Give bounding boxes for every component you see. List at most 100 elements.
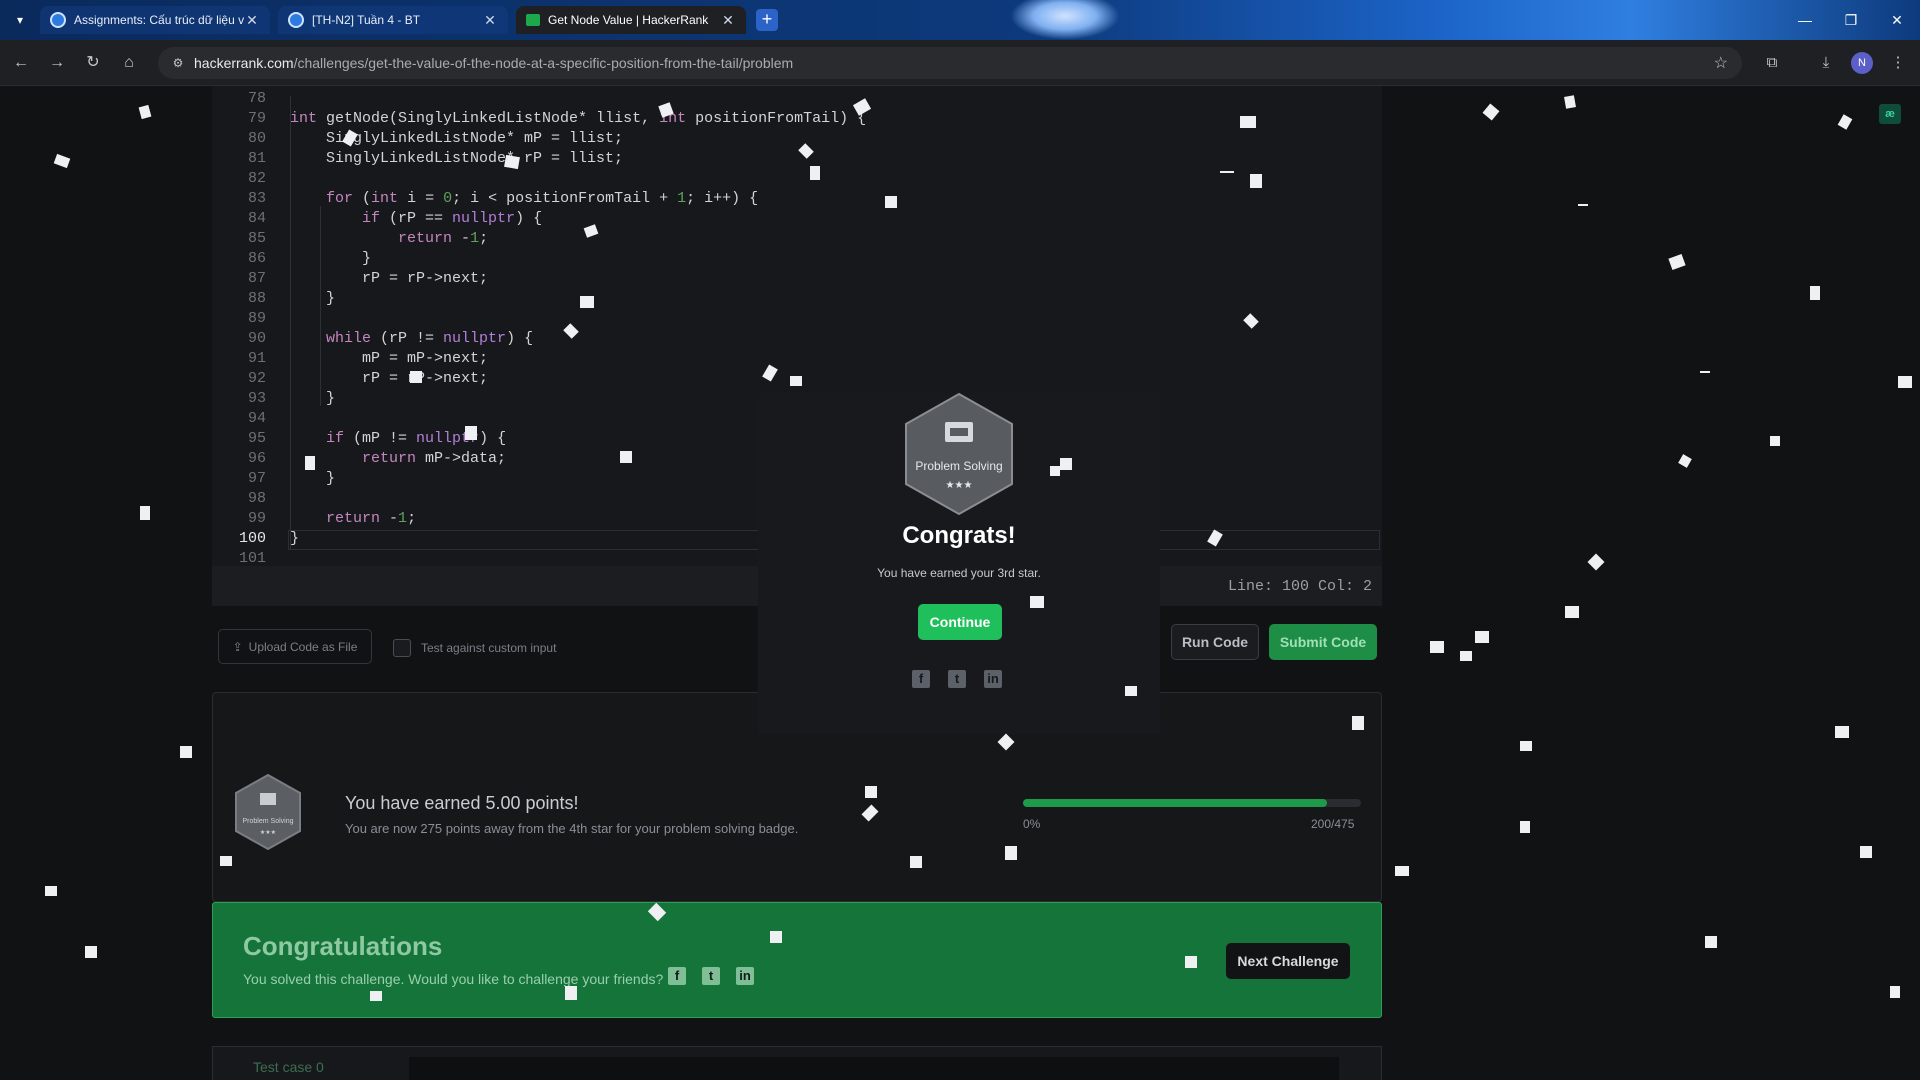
submit-code-button[interactable]: Submit Code: [1269, 624, 1377, 660]
linkedin-icon[interactable]: in: [984, 670, 1002, 688]
code-line: return -1;: [326, 510, 417, 527]
banner-subtitle: You solved this challenge. Would you lik…: [243, 971, 664, 987]
moodle-favicon-icon: [288, 12, 304, 28]
home-icon[interactable]: ⌂: [118, 52, 140, 74]
code-line: rP = rP->next;: [290, 370, 489, 387]
code-line: while (rP != nullptr) {: [326, 330, 534, 347]
progress-min-label: 0%: [1023, 817, 1041, 831]
modal-subtitle: You have earned your 3rd star.: [877, 566, 1041, 580]
upload-code-button[interactable]: ⇪ Upload Code as File: [218, 629, 372, 664]
points-earned-subtitle: You are now 275 points away from the 4th…: [345, 821, 799, 836]
code-line: return mP->data;: [362, 450, 507, 467]
page-content: 78 79 80 81 82 83 84 85 86 87 88 89 90 91 92 93 94 95 96 97…: [0, 86, 1920, 1080]
badge-progress-fill: [1023, 799, 1328, 807]
modal-title: Congrats!: [902, 522, 1016, 549]
line-number: 92: [247, 370, 266, 387]
line-number: 83: [247, 190, 266, 207]
code-line: }: [290, 290, 336, 307]
line-number: 78: [247, 90, 266, 107]
congrats-modal: Problem Solving ★★★ Congrats! You have e…: [758, 392, 1160, 734]
continue-button[interactable]: Continue: [918, 604, 1002, 640]
browser-tab-bar: ▾ Assignments: Cấu trúc dữ liệu v ✕ [TH-…: [0, 0, 1920, 40]
tab-title: Assignments: Cấu trúc dữ liệu v: [74, 13, 244, 27]
profile-avatar[interactable]: N: [1851, 52, 1873, 74]
theme-shark-image: [1010, 0, 1120, 40]
extension-icon[interactable]: æ: [1879, 104, 1901, 124]
new-tab-button[interactable]: +: [756, 9, 778, 31]
tab-th-n2[interactable]: [TH-N2] Tuần 4 - BT ✕: [278, 6, 508, 34]
line-number: 93: [247, 390, 266, 407]
close-icon[interactable]: ✕: [482, 12, 498, 29]
code-line: if (rP == nullptr) {: [362, 210, 543, 227]
test-case-panel: Test case 0: [212, 1046, 1382, 1080]
site-info-icon[interactable]: ⚙: [170, 55, 186, 71]
code-line: int getNode(SinglyLinkedListNode* llist,…: [290, 110, 867, 127]
url-text[interactable]: hackerrank.com/challenges/get-the-value-…: [194, 55, 793, 71]
tab-hackerrank[interactable]: Get Node Value | HackerRank ✕: [516, 6, 746, 34]
svg-text:Problem Solving: Problem Solving: [243, 818, 294, 825]
code-line: SinglyLinkedListNode* mP = llist;: [290, 130, 624, 147]
code-line: SinglyLinkedListNode* rP = llist;: [290, 150, 624, 167]
problem-solving-badge-icon: Problem Solving ★★★: [235, 773, 301, 851]
svg-text:Problem Solving: Problem Solving: [915, 459, 1002, 473]
url-domain: hackerrank.com: [194, 55, 294, 71]
line-number: 91: [247, 350, 266, 367]
svg-text:★★★: ★★★: [260, 829, 276, 836]
back-arrow-icon[interactable]: ←: [10, 52, 32, 74]
twitter-icon[interactable]: t: [702, 967, 720, 985]
code-line: rP = rP->next;: [290, 270, 489, 287]
line-number: 87: [247, 270, 266, 287]
line-number: 88: [247, 290, 266, 307]
badge-progress-bar: [1023, 799, 1361, 807]
line-number: 82: [247, 170, 266, 187]
browser-toolbar: ← → ↻ ⌂ ⚙ hackerrank.com/challenges/get-…: [0, 40, 1920, 86]
close-icon[interactable]: ✕: [720, 12, 736, 29]
line-number: 90: [247, 330, 266, 347]
custom-input-label: Test against custom input: [421, 641, 557, 655]
extensions-puzzle-icon[interactable]: ⧉: [1761, 52, 1783, 74]
line-number: 99: [247, 510, 266, 527]
address-bar[interactable]: ⚙ hackerrank.com/challenges/get-the-valu…: [158, 47, 1742, 79]
line-number: 98: [247, 490, 266, 507]
line-number: 80: [247, 130, 266, 147]
reload-icon[interactable]: ↻: [82, 52, 104, 74]
facebook-icon[interactable]: f: [668, 967, 686, 985]
code-line: mP = mP->next;: [290, 350, 489, 367]
line-number: 101: [238, 550, 266, 567]
facebook-icon[interactable]: f: [912, 670, 930, 688]
close-icon[interactable]: ✕: [244, 12, 260, 29]
test-case-tab[interactable]: Test case 0: [253, 1059, 324, 1075]
custom-input-checkbox[interactable]: [393, 639, 411, 657]
line-number: 100: [238, 530, 266, 547]
next-challenge-button[interactable]: Next Challenge: [1226, 943, 1350, 979]
code-line: if (mP != nullptr) {: [326, 430, 507, 447]
tab-search-chevron-icon[interactable]: ▾: [10, 10, 30, 30]
twitter-icon[interactable]: t: [948, 670, 966, 688]
code-line: }: [290, 250, 372, 267]
code-line: }: [290, 470, 336, 487]
code-line: }: [290, 530, 300, 547]
tab-assignments[interactable]: Assignments: Cấu trúc dữ liệu v ✕: [40, 6, 270, 34]
test-case-output: [409, 1057, 1339, 1080]
forward-arrow-icon[interactable]: →: [46, 52, 68, 74]
code-line: return -1;: [398, 230, 489, 247]
restore-icon[interactable]: ❐: [1828, 0, 1874, 40]
line-number: 86: [247, 250, 266, 267]
tab-title: [TH-N2] Tuần 4 - BT: [312, 13, 421, 27]
linkedin-icon[interactable]: in: [736, 967, 754, 985]
svg-text:★★★: ★★★: [946, 480, 973, 491]
banner-title: Congratulations: [243, 931, 443, 961]
modal-share-icons: f t in: [912, 670, 1002, 688]
hackerrank-favicon-icon: [526, 14, 540, 26]
window-close-icon[interactable]: ✕: [1874, 0, 1920, 40]
congratulations-banner: Congratulations You solved this challeng…: [212, 902, 1382, 1018]
line-number: 97: [247, 470, 266, 487]
line-number: 96: [247, 450, 266, 467]
upload-label: Upload Code as File: [248, 639, 358, 654]
download-icon[interactable]: ⤓: [1815, 52, 1837, 74]
more-menu-icon[interactable]: ⋮: [1887, 52, 1909, 74]
bookmark-star-icon[interactable]: ☆: [1714, 53, 1728, 73]
line-number: 89: [247, 310, 266, 327]
run-code-button[interactable]: Run Code: [1171, 624, 1259, 660]
minimize-icon[interactable]: —: [1782, 0, 1828, 40]
